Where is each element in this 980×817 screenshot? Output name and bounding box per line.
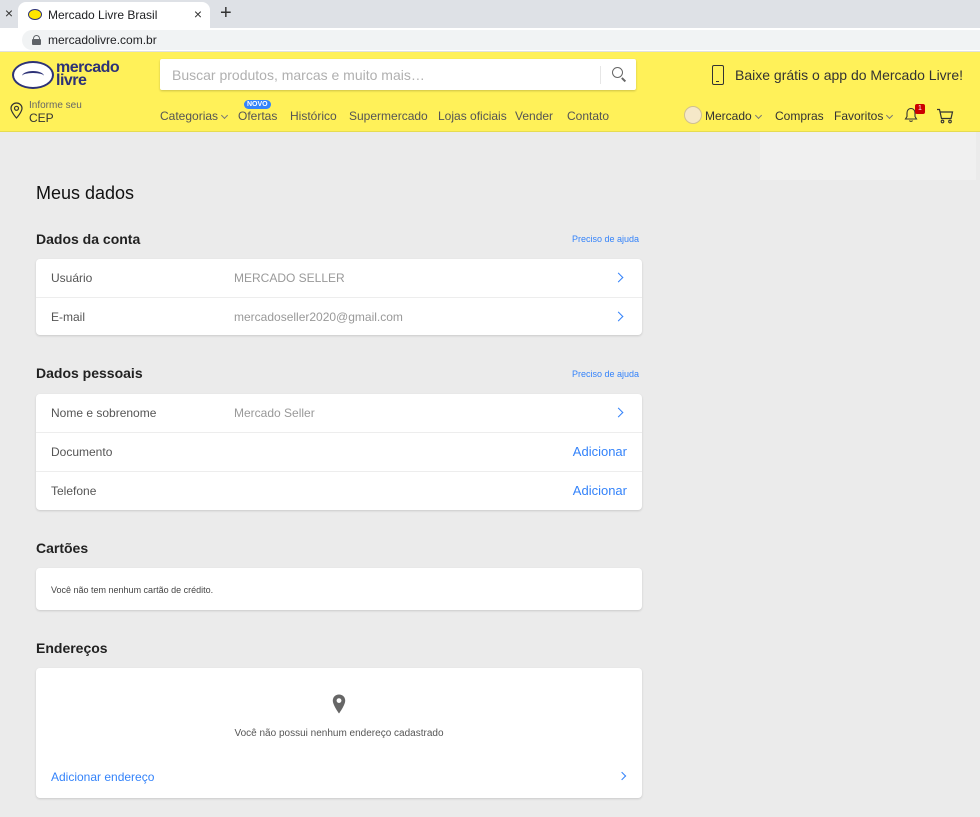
address-bar: mercadolivre.com.br <box>0 28 980 52</box>
nome-row[interactable]: Nome e sobrenome Mercado Seller <box>36 394 642 432</box>
avatar[interactable] <box>684 106 702 124</box>
email-row[interactable]: E-mail mercadoseller2020@gmail.com <box>36 297 642 335</box>
account-card: Usuário MERCADO SELLER E-mail mercadosel… <box>36 259 642 335</box>
user-menu[interactable]: Mercado <box>705 109 762 123</box>
nav-vender[interactable]: Vender <box>515 109 553 123</box>
cards-section-title: Cartões <box>36 540 89 556</box>
compras-link[interactable]: Compras <box>775 109 824 123</box>
app-promo-text: Baixe grátis o app do Mercado Livre! <box>735 67 964 83</box>
usuario-label: Usuário <box>51 271 93 285</box>
location-pin-icon <box>10 102 23 119</box>
favoritos-label: Favoritos <box>834 109 884 123</box>
add-telefone-button[interactable]: Adicionar <box>573 483 627 498</box>
novo-badge: NOVO <box>244 100 271 109</box>
url-text: mercadolivre.com.br <box>48 33 157 47</box>
nav-categorias[interactable]: Categorias <box>160 109 229 123</box>
new-tab-button[interactable]: + <box>220 2 232 24</box>
personal-help-link[interactable]: Preciso de ajuda <box>572 369 639 379</box>
chevron-down-icon <box>886 111 894 120</box>
documento-label: Documento <box>51 445 113 459</box>
chevron-right-icon[interactable] <box>613 407 624 418</box>
email-label: E-mail <box>51 310 86 324</box>
logo-text-line2: livre <box>56 72 87 89</box>
cart-icon[interactable] <box>936 108 954 124</box>
nome-label: Nome e sobrenome <box>51 406 157 420</box>
page-title: Meus dados <box>36 183 135 203</box>
cep-label: CEP <box>29 111 54 125</box>
email-value: mercadoseller2020@gmail.com <box>234 310 403 324</box>
personal-card: Nome e sobrenome Mercado Seller Document… <box>36 394 642 510</box>
prev-tab-close-icon[interactable]: × <box>2 5 16 21</box>
nav-contato[interactable]: Contato <box>567 109 609 123</box>
user-name: Mercado <box>705 109 752 123</box>
site-header: mercado livre Baixe grátis o app do Merc… <box>0 52 980 132</box>
usuario-row[interactable]: Usuário MERCADO SELLER <box>36 259 642 297</box>
chevron-right-icon[interactable] <box>617 771 627 781</box>
cards-empty-text: Você não tem nenhum cartão de crédito. <box>51 585 214 595</box>
documento-row: Documento Adicionar <box>36 432 642 470</box>
telefone-row: Telefone Adicionar <box>36 471 642 509</box>
favoritos-menu[interactable]: Favoritos <box>834 109 894 123</box>
chevron-right-icon[interactable] <box>613 311 624 322</box>
nome-value: Mercado Seller <box>234 406 315 420</box>
nav-lojas-oficiais[interactable]: Lojas oficiais <box>438 109 507 123</box>
usuario-value: MERCADO SELLER <box>234 271 345 285</box>
add-address-link[interactable]: Adicionar endereço <box>51 770 154 784</box>
tab-close-icon[interactable]: × <box>194 6 202 22</box>
account-section-title: Dados da conta <box>36 231 141 247</box>
favicon-icon <box>28 9 42 20</box>
dropdown-shadow-area <box>760 132 976 180</box>
telefone-label: Telefone <box>51 484 97 498</box>
chevron-right-icon[interactable] <box>613 272 624 283</box>
phone-icon <box>712 65 724 85</box>
cep-hint: Informe seu <box>29 100 82 111</box>
nav-ofertas[interactable]: Ofertas <box>238 109 277 123</box>
chevron-down-icon <box>754 111 762 120</box>
browser-tab[interactable]: Mercado Livre Brasil × <box>18 2 210 28</box>
search-input[interactable] <box>160 59 600 90</box>
search-button[interactable] <box>601 59 636 90</box>
notification-badge: 1 <box>915 104 925 114</box>
browser-tab-bar: × Mercado Livre Brasil × + <box>0 0 980 28</box>
lock-icon <box>32 35 41 45</box>
tab-title: Mercado Livre Brasil <box>48 8 158 22</box>
account-help-link[interactable]: Preciso de ajuda <box>572 234 639 244</box>
addresses-section-title: Endereços <box>36 640 108 656</box>
url-field[interactable]: mercadolivre.com.br <box>22 30 980 50</box>
search-icon <box>612 67 623 78</box>
addresses-card: Você não possui nenhum endereço cadastra… <box>36 668 642 798</box>
chevron-down-icon <box>220 111 229 120</box>
handshake-icon <box>12 61 54 89</box>
add-documento-button[interactable]: Adicionar <box>573 444 627 459</box>
personal-section-title: Dados pessoais <box>36 365 143 381</box>
nav-historico[interactable]: Histórico <box>290 109 337 123</box>
mercado-livre-logo[interactable]: mercado livre <box>12 60 122 92</box>
nav-supermercado[interactable]: Supermercado <box>349 109 428 123</box>
addresses-empty-text: Você não possui nenhum endereço cadastra… <box>234 728 444 739</box>
nav-categorias-label: Categorias <box>160 109 219 123</box>
location-pin-icon <box>332 694 346 714</box>
search-bar <box>160 59 636 90</box>
cards-card: Você não tem nenhum cartão de crédito. <box>36 568 642 610</box>
